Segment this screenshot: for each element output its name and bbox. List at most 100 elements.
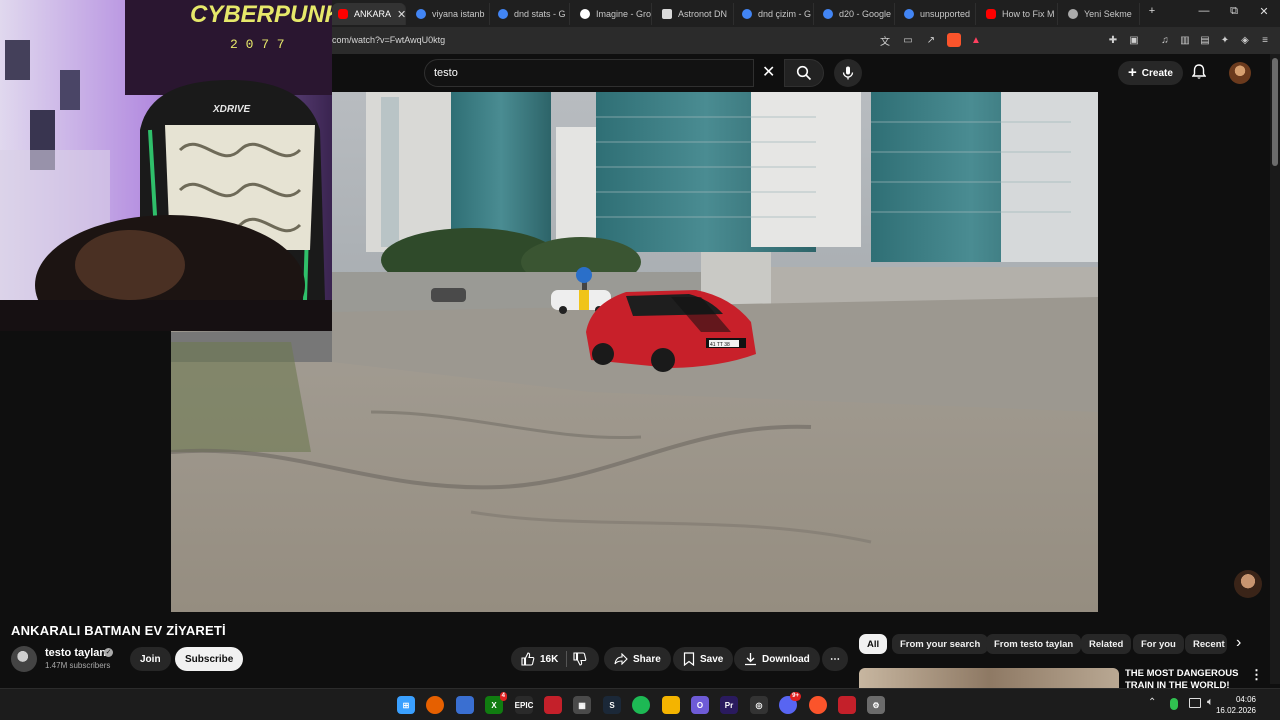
dislike-button[interactable]	[573, 652, 587, 671]
account-avatar[interactable]	[1229, 62, 1251, 84]
url-field[interactable]: com/watch?v=FwtAwqU0ktg	[332, 35, 445, 45]
obs-glyph: ◎	[755, 700, 763, 710]
google-icon	[904, 9, 914, 19]
tab-unsupported[interactable]: unsupported	[898, 3, 976, 25]
restore-button[interactable]: ⧉	[1224, 5, 1244, 18]
chip-for-you[interactable]: For you	[1133, 634, 1184, 654]
tab-label: dnd çizim - G	[758, 9, 812, 19]
mini-avatar-icon[interactable]	[1234, 570, 1262, 598]
brave-shields-icon[interactable]	[947, 33, 961, 47]
premiere-glyph: Pr	[724, 700, 734, 710]
google-icon	[498, 9, 508, 19]
create-button[interactable]: + Create	[1118, 61, 1183, 85]
translate-icon[interactable]: 文	[878, 33, 892, 48]
calculator-taskbar-icon[interactable]: ▦	[573, 696, 591, 714]
display-tray-icon[interactable]	[1189, 698, 1201, 708]
media-icon[interactable]: ♫	[1158, 33, 1172, 47]
search-input[interactable]	[434, 67, 714, 79]
obs-taskbar-icon[interactable]: ◎	[750, 696, 768, 714]
firefox-taskbar-icon[interactable]	[426, 696, 444, 714]
google-icon	[823, 9, 833, 19]
tab-label: Imagine - Gro	[596, 9, 652, 19]
clock-date: 16.02.2026	[1215, 706, 1256, 715]
recommendation-menu-icon[interactable]: ⋮	[1250, 667, 1263, 683]
tab-label: dnd stats - G	[514, 9, 566, 19]
bell-icon	[1191, 64, 1207, 79]
windows-start-taskbar-icon[interactable]: ⊞	[397, 696, 415, 714]
like-count: 16K	[540, 653, 559, 665]
search-button[interactable]	[784, 59, 824, 87]
settings-taskbar-icon[interactable]: ⚙	[867, 696, 885, 714]
tab-imagine[interactable]: Imagine - Gro	[574, 3, 652, 25]
cast-icon[interactable]: ▭	[901, 33, 915, 47]
download-button[interactable]: Download	[734, 647, 820, 671]
microphone-tray-icon[interactable]	[1170, 698, 1178, 710]
wallet-icon[interactable]: ▤	[1198, 33, 1212, 47]
tray-overflow-chevron-icon[interactable]: ⌃	[1148, 697, 1156, 708]
new-tab-button[interactable]: +	[1142, 5, 1162, 17]
chip-related[interactable]: Related	[1081, 634, 1132, 654]
recommendation-title[interactable]: THE MOST DANGEROUS TRAIN IN THE WORLD!	[1125, 668, 1243, 688]
chip-from-your-search[interactable]: From your search	[892, 634, 989, 654]
google-icon	[416, 9, 426, 19]
chip-recent[interactable]: Recent	[1185, 634, 1227, 654]
xbox-taskbar-icon[interactable]: X4	[485, 692, 507, 714]
system-clock[interactable]: 04:06 16.02.2026	[1216, 694, 1256, 716]
close-tab-icon[interactable]: ✕	[397, 8, 405, 21]
share-button[interactable]: Share	[604, 647, 671, 671]
channel-avatar[interactable]	[11, 646, 37, 672]
subscribe-button[interactable]: Subscribe	[175, 647, 244, 671]
vpn-icon[interactable]: ◈	[1238, 33, 1252, 47]
discord-taskbar-icon[interactable]: 9+	[779, 692, 801, 714]
minimize-button[interactable]: —	[1194, 5, 1214, 17]
opera-glyph: O	[696, 700, 704, 710]
app-red-2-taskbar-icon[interactable]	[838, 696, 856, 714]
remote-taskbar-icon[interactable]	[456, 696, 474, 714]
save-button[interactable]: Save	[673, 647, 734, 671]
windows-start-glyph: ⊞	[402, 700, 410, 710]
channel-name[interactable]: testo taylan	[45, 647, 106, 659]
sidebar-icon[interactable]: ▥	[1178, 33, 1192, 47]
more-actions-button[interactable]: ⋯	[822, 647, 848, 671]
chips-next-chevron-icon[interactable]: ›	[1236, 634, 1241, 652]
scrollbar-thumb[interactable]	[1272, 58, 1278, 166]
verified-badge-icon: ✓	[104, 648, 113, 657]
notifications-button[interactable]	[1191, 64, 1207, 85]
app-red-1-taskbar-icon[interactable]	[544, 696, 562, 714]
share-label: Share	[633, 653, 661, 665]
tab-d20[interactable]: d20 - Google	[817, 3, 895, 25]
microphone-icon	[842, 66, 854, 80]
tab-yeni-sekme[interactable]: Yeni Sekme	[1062, 3, 1140, 25]
opera-taskbar-icon[interactable]: O	[691, 696, 709, 714]
file-explorer-taskbar-icon[interactable]	[662, 696, 680, 714]
volume-tray-icon[interactable]: 🔈︎	[1207, 696, 1214, 709]
epic-taskbar-icon[interactable]: EPIC	[515, 696, 533, 714]
spotify-taskbar-icon[interactable]	[632, 696, 650, 714]
search-box[interactable]	[424, 59, 754, 87]
tab-astronot[interactable]: Astronot DN	[656, 3, 734, 25]
tab-dnd-stats[interactable]: dnd stats - G	[492, 3, 570, 25]
premiere-taskbar-icon[interactable]: Pr	[720, 696, 738, 714]
tab-ankara[interactable]: ANKARA ✕	[332, 3, 406, 25]
extensions-icon[interactable]: ✚	[1106, 33, 1120, 47]
brave-taskbar-icon[interactable]	[809, 696, 827, 714]
tab-dnd-cizim[interactable]: dnd çizim - G	[736, 3, 814, 25]
close-window-button[interactable]: ✕	[1254, 5, 1274, 18]
chip-all[interactable]: All	[859, 634, 888, 654]
recommendation-thumbnail[interactable]	[859, 668, 1119, 688]
brave-rewards-icon[interactable]: ▲	[969, 33, 983, 47]
leo-icon[interactable]: ✦	[1218, 33, 1232, 47]
join-button[interactable]: Join	[130, 647, 171, 671]
voice-search-button[interactable]	[834, 59, 862, 87]
tab-viyana[interactable]: viyana istanb	[410, 3, 490, 25]
video-title: ANKARALI BATMAN EV ZİYARETİ	[11, 623, 226, 638]
chip-from-channel[interactable]: From testo taylan	[986, 634, 1082, 654]
share-icon[interactable]: ↗	[924, 33, 938, 47]
menu-icon[interactable]: ≡	[1258, 33, 1272, 47]
clear-search-icon[interactable]: ✕	[762, 62, 775, 82]
steam-taskbar-icon[interactable]: S	[603, 696, 621, 714]
webcam-overlay: CYBERPUNK 2 0 7 7 XDRIVE	[0, 0, 332, 331]
poster-logo: CYBERPUNK	[190, 1, 332, 28]
tab-how-to-fix[interactable]: How to Fix M	[980, 3, 1058, 25]
screenshot-icon[interactable]: ▣	[1127, 33, 1141, 47]
